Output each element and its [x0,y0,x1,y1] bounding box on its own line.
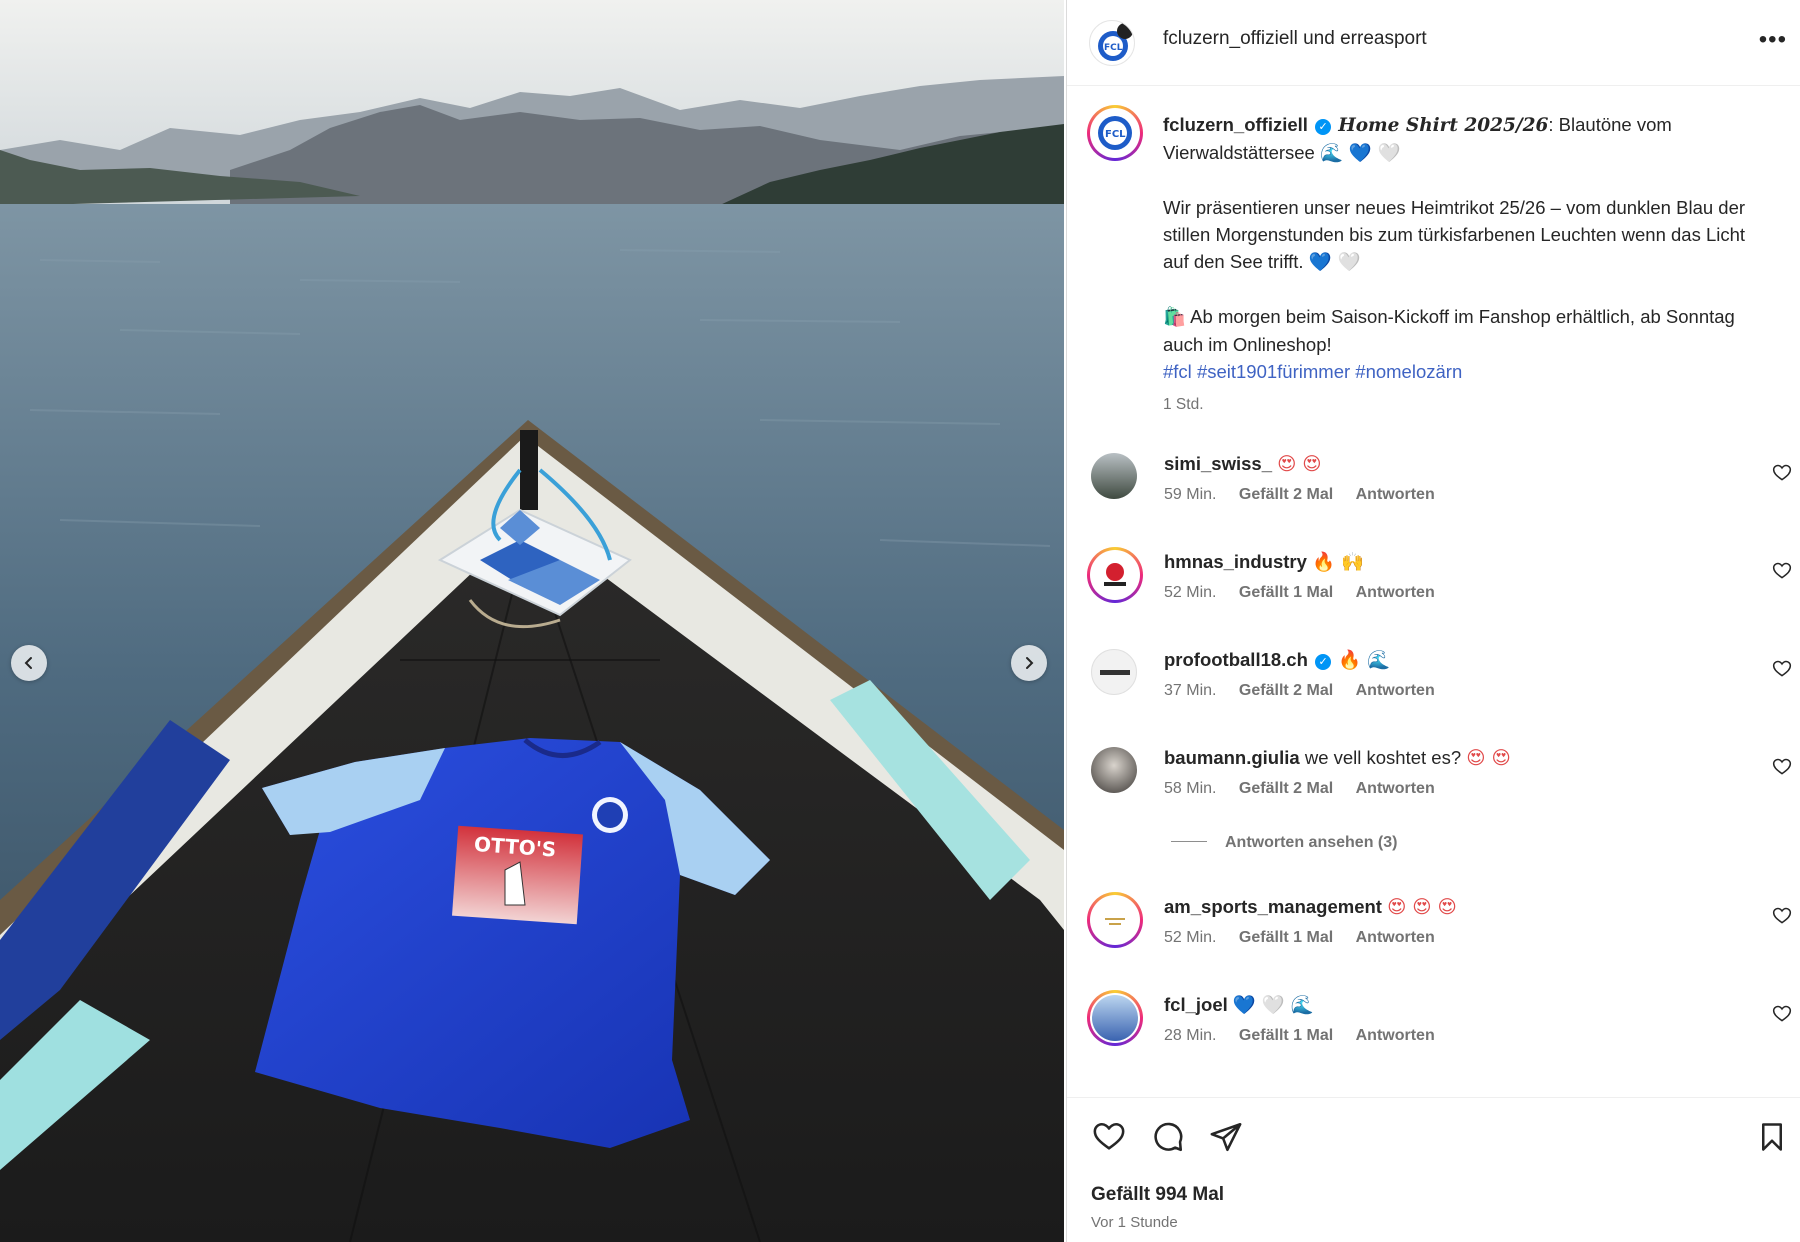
comment-item: simi_swiss_ 😍 😍 59 Min. Gefällt 2 Mal An… [1067,447,1800,533]
comment-reply-button[interactable]: Antworten [1356,929,1435,946]
comment-time[interactable]: 52 Min. [1164,929,1216,946]
more-options-button[interactable]: ••• [1759,28,1787,52]
share-send-icon[interactable] [1209,1120,1243,1154]
header-connector: und [1303,28,1335,49]
view-replies-button[interactable]: Antworten ansehen (3) [1171,834,1397,852]
comment-like-count[interactable]: Gefällt 1 Mal [1239,584,1333,601]
commenter-avatar[interactable] [1087,990,1143,1046]
caption-paragraph-2: Wir präsentieren unser neues Heimtrikot … [1163,197,1746,272]
heart-outline-icon[interactable] [1772,463,1792,483]
likes-count[interactable]: Gefällt 994 Mal [1091,1184,1224,1206]
post-header: FCL fcluzern_offiziell und erreasport ••… [1067,0,1800,86]
comment-item: baumann.giulia we vell koshtet es? 😍 😍 5… [1067,741,1800,827]
post-media[interactable]: OTTO'S [0,0,1064,1242]
comment-reply-button[interactable]: Antworten [1356,584,1435,601]
shopping-bag-emoji: 🛍️ [1163,307,1187,328]
heart-outline-icon[interactable] [1772,757,1792,777]
post-photo: OTTO'S [0,0,1064,1242]
view-replies-label: Antworten ansehen (3) [1225,834,1398,851]
commenter-avatar[interactable] [1091,649,1137,695]
verified-badge-icon: ✓ [1315,119,1332,135]
caption-paragraph-3: Ab morgen beim Saison-Kickoff im Fanshop… [1163,306,1735,355]
comment-reply-button[interactable]: Antworten [1356,1027,1435,1044]
commenter-username[interactable]: simi_swiss_ [1164,453,1272,474]
comment-emoji: 🔥 🌊 [1338,650,1391,671]
comments-scroll[interactable]: FCL fcluzern_offiziell ✓ Home Shirt 2025… [1067,87,1800,1097]
post-sidebar: FCL fcluzern_offiziell und erreasport ••… [1066,0,1800,1242]
comment-emoji: 😍 😍 😍 [1387,897,1457,918]
commenter-avatar[interactable] [1087,547,1143,603]
commenter-username[interactable]: baumann.giulia [1164,747,1300,768]
replies-divider [1171,841,1207,842]
comment-like-count[interactable]: Gefällt 2 Mal [1239,486,1333,503]
comment-text: we vell koshtet es? [1304,747,1462,768]
comment-emoji: 💙 🤍 🌊 [1232,995,1314,1016]
hmnas-logo-icon [1104,563,1126,586]
comment-emoji: 😍 😍 [1277,454,1322,475]
commenter-username[interactable]: hmnas_industry [1164,551,1307,572]
verified-badge-icon: ✓ [1315,654,1332,670]
carousel-next-button[interactable] [1011,645,1047,681]
header-coauthor-link[interactable]: erreasport [1340,28,1427,49]
hashtag-nomelozaern[interactable]: #nomelozärn [1355,361,1462,382]
comment-emoji: 🔥 🙌 [1312,552,1364,573]
comment-time[interactable]: 28 Min. [1164,1027,1216,1044]
comment-reply-button[interactable]: Antworten [1356,780,1435,797]
comment-time[interactable]: 59 Min. [1164,486,1216,503]
heart-outline-icon[interactable] [1772,659,1792,679]
carousel-prev-button[interactable] [11,645,47,681]
comment-emoji: 😍 😍 [1466,748,1511,769]
caption-paragraph-2-emoji: 💙 🤍 [1308,252,1361,273]
post-caption: fcluzern_offiziell ✓ Home Shirt 2025/26:… [1163,111,1773,418]
comment-time[interactable]: 52 Min. [1164,584,1216,601]
post-authors: fcluzern_offiziell und erreasport [1163,28,1427,50]
am-logo-icon [1105,918,1125,925]
bookmark-save-icon[interactable] [1757,1120,1787,1154]
heart-outline-icon[interactable] [1772,906,1792,926]
heart-outline-icon[interactable] [1772,1004,1792,1024]
caption-line1-emoji: 🌊 💙 🤍 [1320,143,1401,164]
commenter-username[interactable]: profootball18.ch [1164,649,1308,670]
caption-author-avatar[interactable]: FCL [1087,105,1143,161]
commenter-avatar[interactable] [1087,892,1143,948]
comment-time[interactable]: 58 Min. [1164,780,1216,797]
post-timestamp[interactable]: Vor 1 Stunde [1091,1214,1178,1231]
header-author-link[interactable]: fcluzern_offiziell [1163,28,1298,49]
comment-time[interactable]: 37 Min. [1164,682,1216,699]
comment-like-count[interactable]: Gefällt 2 Mal [1239,682,1333,699]
fcl-logo-icon: FCL [1098,23,1133,61]
comment-reply-button[interactable]: Antworten [1356,486,1435,503]
author-avatar[interactable]: FCL [1089,20,1135,66]
hashtag-fcl[interactable]: #fcl [1163,361,1192,382]
svg-text:FCL: FCL [1105,129,1126,140]
heart-outline-icon[interactable] [1772,561,1792,581]
commenter-username[interactable]: am_sports_management [1164,896,1382,917]
post-actions: Gefällt 994 Mal Vor 1 Stunde [1067,1097,1800,1242]
comment-like-count[interactable]: Gefällt 2 Mal [1239,780,1333,797]
caption-author-link[interactable]: fcluzern_offiziell [1163,114,1308,135]
caption-title: Home Shirt 2025/26 [1338,115,1549,136]
comment-reply-button[interactable]: Antworten [1356,682,1435,699]
commenter-avatar[interactable] [1091,453,1137,499]
comment-like-count[interactable]: Gefällt 1 Mal [1239,929,1333,946]
commenter-username[interactable]: fcl_joel [1164,994,1228,1015]
comment-item: profootball18.ch ✓ 🔥 🌊 37 Min. Gefällt 2… [1067,643,1800,729]
comment-item: fcl_joel 💙 🤍 🌊 28 Min. Gefällt 1 Mal Ant… [1067,988,1800,1074]
svg-text:FCL: FCL [1104,43,1123,53]
comment-bubble-icon[interactable] [1151,1120,1185,1154]
caption-timestamp[interactable]: 1 Std. [1163,391,1773,418]
chevron-right-icon [1026,657,1034,669]
chevron-left-icon [24,657,32,669]
like-heart-icon[interactable] [1091,1120,1127,1154]
comment-item: am_sports_management 😍 😍 😍 52 Min. Gefäl… [1067,890,1800,976]
fcl-logo-icon: FCL [1098,116,1132,150]
hashtag-seit1901[interactable]: #seit1901fürimmer [1197,361,1350,382]
comment-like-count[interactable]: Gefällt 1 Mal [1239,1027,1333,1044]
comment-item: hmnas_industry 🔥 🙌 52 Min. Gefällt 1 Mal… [1067,545,1800,631]
commenter-avatar[interactable] [1091,747,1137,793]
more-options-icon: ••• [1758,26,1787,53]
profootball-logo-icon [1100,670,1130,675]
